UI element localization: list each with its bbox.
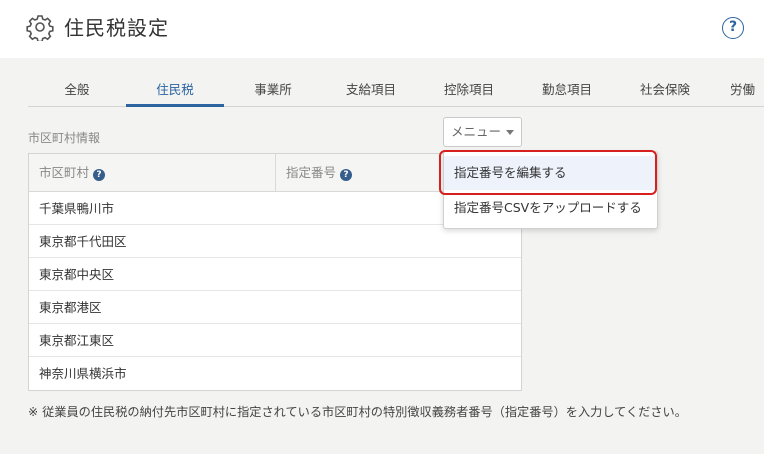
tab-general[interactable]: 全般 xyxy=(28,80,126,107)
table-row: 東京都江東区 xyxy=(29,324,521,357)
column-divider xyxy=(275,154,276,192)
table-row: 東京都千代田区 xyxy=(29,225,521,258)
table-row: 東京都中央区 xyxy=(29,258,521,291)
help-icon[interactable]: ? xyxy=(722,17,744,39)
menu-dropdown: 指定番号を編集する 指定番号CSVをアップロードする xyxy=(443,151,658,229)
menu-item-edit-number[interactable]: 指定番号を編集する xyxy=(444,156,657,190)
city-cell: 東京都江東区 xyxy=(39,333,115,348)
city-cell: 神奈川県横浜市 xyxy=(39,366,127,381)
page-header: 住民税設定 ? xyxy=(0,0,764,58)
tab-office[interactable]: 事業所 xyxy=(224,80,322,107)
tab-social-insurance[interactable]: 社会保険 xyxy=(616,80,714,107)
help-icon[interactable]: ? xyxy=(340,169,353,181)
menu-button-label: メニュー xyxy=(451,124,502,139)
gear-icon xyxy=(26,15,54,41)
tab-attendance-items[interactable]: 勤怠項目 xyxy=(518,80,616,107)
tab-resident-tax[interactable]: 住民税 xyxy=(126,80,224,107)
city-cell: 千葉県鴨川市 xyxy=(39,201,115,216)
page-title: 住民税設定 xyxy=(64,16,169,40)
city-cell: 東京都中央区 xyxy=(39,267,115,282)
column-header-number: 指定番号? xyxy=(286,154,353,192)
help-icon[interactable]: ? xyxy=(93,169,106,181)
tab-labor[interactable]: 労働 xyxy=(714,80,764,107)
column-header-city: 市区町村? xyxy=(39,154,106,192)
section-label: 市区町村情報 xyxy=(28,131,101,145)
city-cell: 東京都港区 xyxy=(39,300,102,315)
table-row: 神奈川県横浜市 xyxy=(29,357,521,390)
tab-deduction-items[interactable]: 控除項目 xyxy=(420,80,518,107)
menu-item-upload-csv[interactable]: 指定番号CSVをアップロードする xyxy=(444,191,657,225)
tab-payment-items[interactable]: 支給項目 xyxy=(322,80,420,107)
city-cell: 東京都千代田区 xyxy=(39,234,127,249)
tab-bar: 全般 住民税 事業所 支給項目 控除項目 勤怠項目 社会保険 労働 xyxy=(28,80,764,107)
menu-button[interactable]: メニュー xyxy=(443,117,522,147)
table-row: 東京都港区 xyxy=(29,291,521,324)
caret-down-icon xyxy=(506,130,514,135)
footnote: ※ 従業員の住民税の納付先市区町村に指定されている市区町村の特別徴収義務者番号（… xyxy=(28,405,687,419)
